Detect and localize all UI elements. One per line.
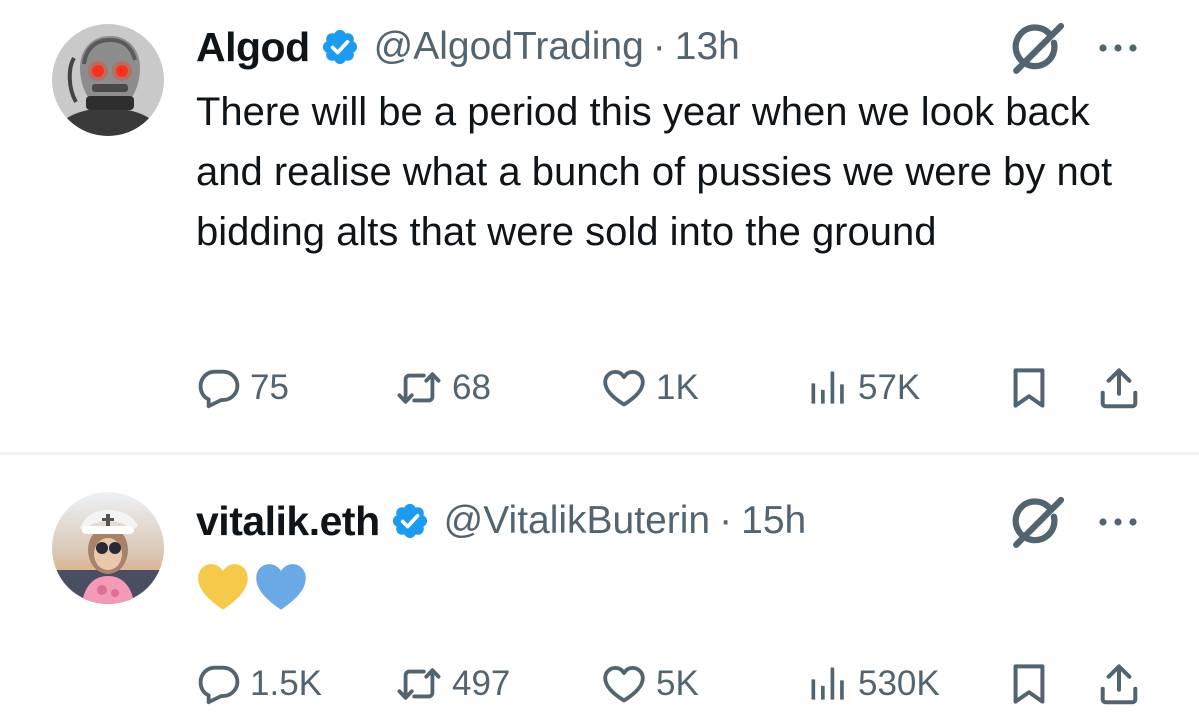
reply-count: 1.5K xyxy=(250,664,322,703)
grok-icon[interactable] xyxy=(1009,20,1067,78)
bookmark-button[interactable] xyxy=(1006,358,1052,418)
tweet-header: Algod @AlgodTrading · 13h xyxy=(196,22,740,72)
blue-heart-emoji xyxy=(254,560,308,612)
separator: · xyxy=(719,499,733,542)
views-button[interactable]: 57K xyxy=(806,358,920,418)
timestamp[interactable]: 13h xyxy=(675,25,740,69)
more-icon[interactable] xyxy=(1095,512,1141,532)
views-icon xyxy=(806,661,850,707)
bookmark-icon xyxy=(1006,661,1052,707)
tweet-emojis xyxy=(196,560,308,612)
tweet-header: vitalik.eth @VitalikButerin · 15h xyxy=(196,496,806,546)
bookmark-button[interactable] xyxy=(1006,654,1052,714)
grok-icon[interactable] xyxy=(1009,494,1067,552)
share-icon xyxy=(1096,365,1142,411)
tweet[interactable]: Algod @AlgodTrading · 13h There will be … xyxy=(0,0,1199,452)
avatar[interactable] xyxy=(52,24,164,136)
separator: · xyxy=(652,25,666,68)
reply-button[interactable]: 75 xyxy=(196,358,289,418)
cartoon-avatar xyxy=(52,492,164,604)
like-count: 5K xyxy=(656,664,699,703)
reply-button[interactable]: 1.5K xyxy=(196,654,322,714)
verified-badge-icon xyxy=(320,27,360,67)
like-button[interactable]: 1K xyxy=(600,358,699,418)
robot-avatar xyxy=(52,24,164,136)
reply-icon xyxy=(196,661,242,707)
action-bar: 1.5K 497 5K 530K xyxy=(196,654,1156,714)
author-handle[interactable]: @VitalikButerin xyxy=(444,499,711,543)
repost-button[interactable]: 68 xyxy=(394,358,491,418)
heart-icon xyxy=(600,661,648,707)
tweet-text: There will be a period this year when we… xyxy=(196,90,1113,254)
verified-badge-icon xyxy=(390,501,430,541)
bookmark-icon xyxy=(1006,365,1052,411)
author-name[interactable]: Algod xyxy=(196,24,310,71)
repost-icon xyxy=(394,661,444,707)
reply-icon xyxy=(196,365,242,411)
repost-count: 68 xyxy=(452,368,491,407)
more-icon[interactable] xyxy=(1095,38,1141,58)
timestamp[interactable]: 15h xyxy=(741,499,806,543)
views-icon xyxy=(806,365,850,411)
reply-count: 75 xyxy=(250,368,289,407)
share-button[interactable] xyxy=(1096,358,1142,418)
share-button[interactable] xyxy=(1096,654,1142,714)
heart-icon xyxy=(600,365,648,411)
tweet[interactable]: vitalik.eth @VitalikButerin · 15h 1.5K 4… xyxy=(0,456,1199,717)
yellow-heart-emoji xyxy=(196,560,250,612)
repost-button[interactable]: 497 xyxy=(394,654,510,714)
repost-count: 497 xyxy=(452,664,511,703)
action-bar: 75 68 1K 57K xyxy=(196,358,1156,418)
view-count: 57K xyxy=(858,368,921,407)
like-count: 1K xyxy=(656,368,699,407)
like-button[interactable]: 5K xyxy=(600,654,699,714)
author-name[interactable]: vitalik.eth xyxy=(196,498,380,545)
views-button[interactable]: 530K xyxy=(806,654,940,714)
share-icon xyxy=(1096,661,1142,707)
divider xyxy=(0,452,1199,455)
repost-icon xyxy=(394,365,444,411)
author-handle[interactable]: @AlgodTrading xyxy=(374,25,644,69)
view-count: 530K xyxy=(858,664,940,703)
avatar[interactable] xyxy=(52,492,164,604)
